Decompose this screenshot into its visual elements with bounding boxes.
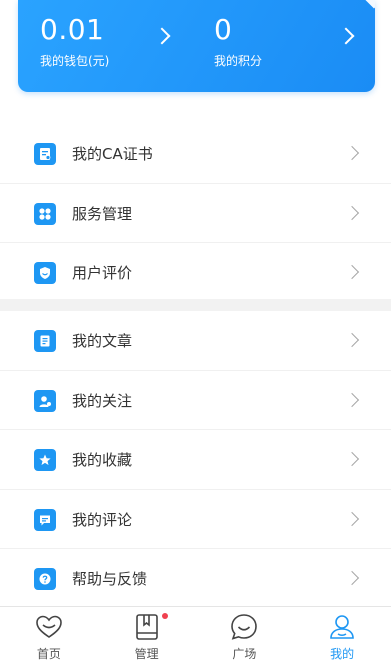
menu-item-label: 用户评价 xyxy=(72,264,133,282)
shield-icon xyxy=(34,262,56,284)
card-corner-decoration xyxy=(358,0,375,9)
certificate-icon xyxy=(34,143,56,165)
menu-item-help-feedback[interactable]: 帮助与反馈 xyxy=(0,549,391,608)
tab-label: 管理 xyxy=(134,647,159,661)
comment-icon xyxy=(34,508,56,531)
grid-icon xyxy=(34,202,56,225)
chevron-right-icon xyxy=(344,145,360,161)
menu-item-my-favorites[interactable]: 我的收藏 xyxy=(0,430,391,490)
chevron-right-icon xyxy=(344,451,360,467)
tab-label: 首页 xyxy=(36,647,61,661)
chevron-right-icon xyxy=(344,205,360,220)
menu-item-label: 帮助与反馈 xyxy=(72,570,148,588)
points-stat[interactable]: 0 我的积分 xyxy=(214,14,262,69)
menu-item-my-comments[interactable]: 我的评论 xyxy=(0,490,391,549)
document-icon xyxy=(34,330,56,352)
tab-home[interactable]: 首页 xyxy=(0,607,98,662)
wallet-value: 0.01 xyxy=(40,13,105,46)
menu-group-services: 我的CA证书 服务管理 用户评价 xyxy=(0,124,391,302)
points-chevron-icon[interactable] xyxy=(337,27,355,45)
section-divider xyxy=(0,299,391,311)
menu-item-label: 我的文章 xyxy=(72,332,133,350)
menu-group-content: 我的文章 我的关注 我的收藏 我的评论 帮助与反馈 xyxy=(0,311,391,608)
user-icon xyxy=(34,389,56,412)
tab-mine[interactable]: 我的 xyxy=(293,607,391,662)
tab-square[interactable]: 广场 xyxy=(196,607,294,662)
chat-bubble-icon xyxy=(231,614,258,640)
chevron-right-icon xyxy=(344,511,360,526)
wallet-chevron-icon[interactable] xyxy=(153,27,171,45)
menu-item-label: 我的CA证书 xyxy=(72,145,153,163)
star-icon xyxy=(34,449,56,471)
bottom-tab-bar: 首页 管理 广场 我的 xyxy=(0,606,391,662)
menu-item-ca-certificate[interactable]: 我的CA证书 xyxy=(0,124,391,184)
wallet-label: 我的钱包(元) xyxy=(40,54,110,68)
points-label: 我的积分 xyxy=(214,54,263,68)
menu-item-label: 我的收藏 xyxy=(72,451,133,469)
points-value: 0 xyxy=(214,13,233,46)
menu-item-user-reviews[interactable]: 用户评价 xyxy=(0,243,391,302)
tab-label: 我的 xyxy=(330,647,355,661)
menu-item-label: 我的关注 xyxy=(72,391,133,410)
tab-manage[interactable]: 管理 xyxy=(98,607,196,662)
menu-item-my-articles[interactable]: 我的文章 xyxy=(0,311,391,371)
tab-label: 广场 xyxy=(232,647,257,661)
chevron-right-icon xyxy=(344,570,360,586)
chevron-right-icon xyxy=(344,332,360,348)
chevron-right-icon xyxy=(344,392,360,407)
account-summary-card: 0.01 我的钱包(元) 0 我的积分 xyxy=(18,0,375,92)
heart-icon xyxy=(36,615,62,638)
menu-item-service-management[interactable]: 服务管理 xyxy=(0,184,391,243)
menu-item-label: 我的评论 xyxy=(72,510,133,529)
person-icon xyxy=(330,615,354,639)
menu-item-my-follows[interactable]: 我的关注 xyxy=(0,371,391,430)
menu-item-label: 服务管理 xyxy=(72,204,133,223)
chevron-right-icon xyxy=(344,264,360,280)
help-icon xyxy=(34,568,56,590)
notification-badge xyxy=(161,613,168,619)
book-icon xyxy=(135,614,158,640)
wallet-stat[interactable]: 0.01 我的钱包(元) xyxy=(40,14,109,69)
